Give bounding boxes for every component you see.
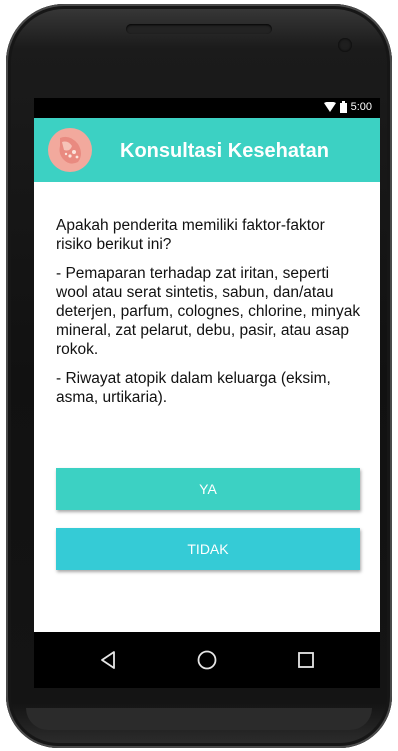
question-content: Apakah penderita memiliki faktor-faktor … (56, 216, 362, 417)
battery-icon (339, 101, 347, 113)
risk-factor-atopic: - Riwayat atopik dalam keluarga (eksim, … (56, 370, 331, 406)
back-icon[interactable] (88, 640, 128, 680)
screen: 5:00 Konsultasi Kesehatan Apakah penderi… (34, 98, 380, 688)
earpiece-speaker (126, 24, 272, 34)
front-camera (338, 38, 352, 52)
app-bar: Konsultasi Kesehatan (34, 118, 380, 182)
wifi-icon (323, 102, 336, 112)
status-icons: 5:00 (323, 101, 372, 113)
skin-rash-logo-icon (48, 128, 92, 172)
risk-factor-irritant: - Pemaparan terhadap zat iritan, seperti… (56, 265, 361, 358)
no-button[interactable]: TIDAK (56, 528, 360, 570)
status-time: 5:00 (350, 101, 372, 113)
question-prompt: Apakah penderita memiliki faktor-faktor … (56, 217, 325, 253)
yes-button[interactable]: YA (56, 468, 360, 510)
app-title: Konsultasi Kesehatan (120, 140, 329, 162)
phone-chin (26, 708, 372, 730)
navigation-bar (34, 632, 380, 688)
recents-icon[interactable] (286, 640, 326, 680)
home-icon[interactable] (187, 640, 227, 680)
status-bar: 5:00 (34, 98, 380, 118)
phone-frame: 5:00 Konsultasi Kesehatan Apakah penderi… (6, 4, 392, 748)
